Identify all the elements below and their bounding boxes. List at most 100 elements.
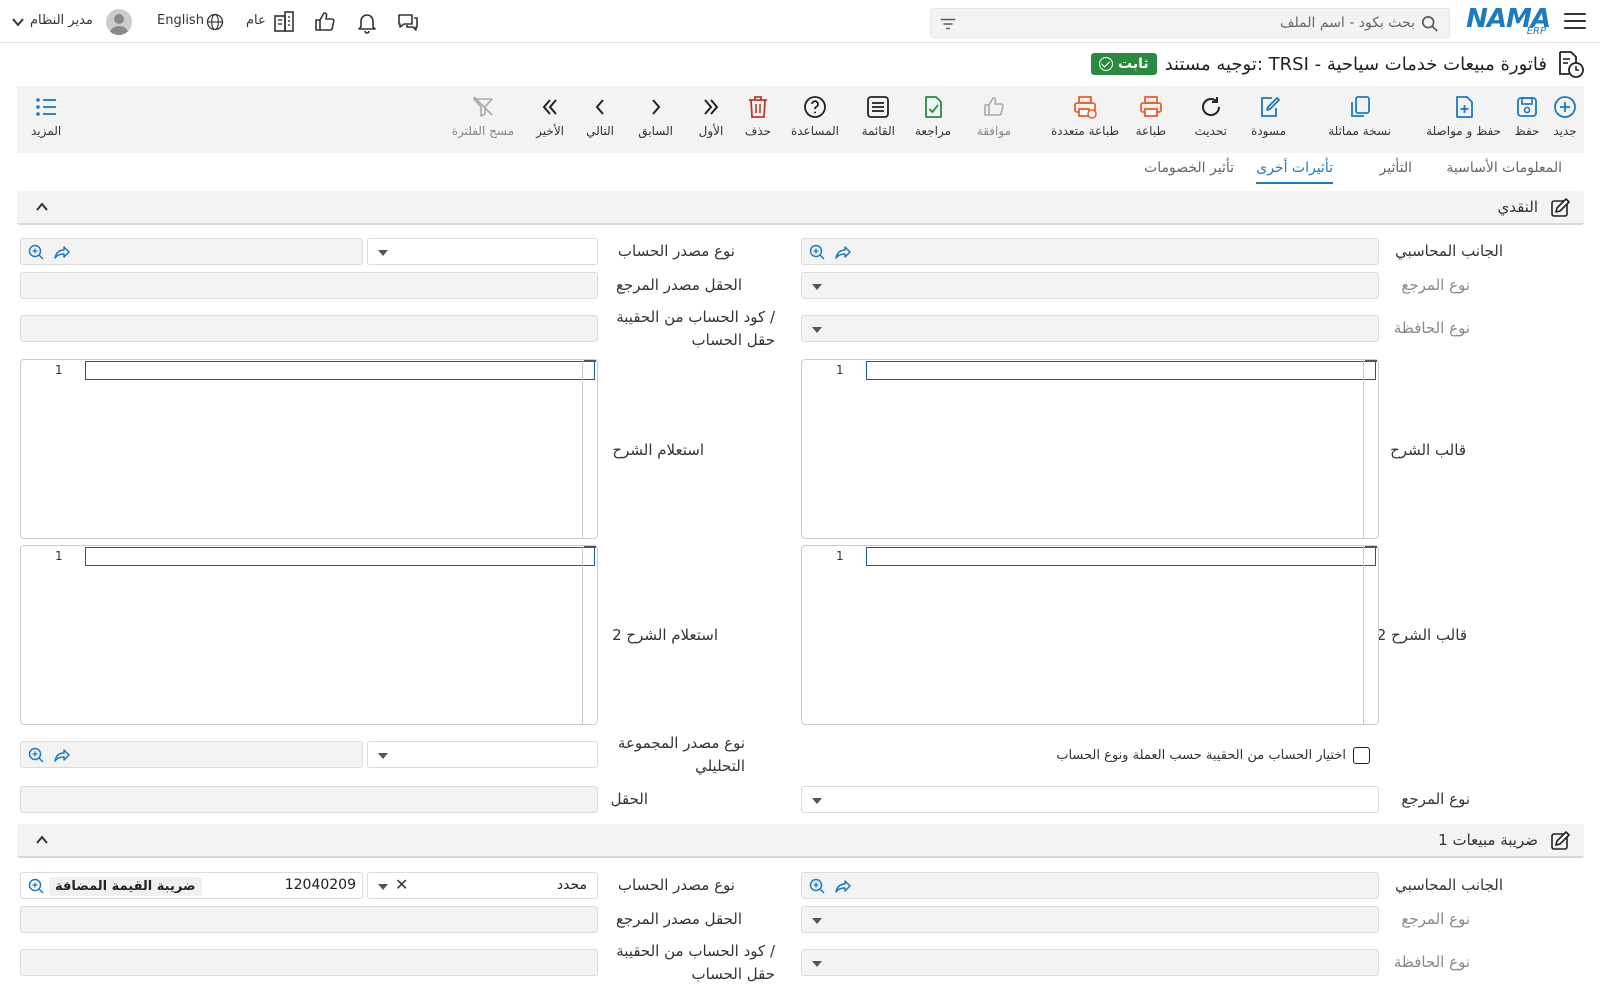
tax-account-code-input[interactable] [20, 949, 598, 976]
avatar[interactable] [106, 9, 132, 35]
section-cash-header[interactable]: النقدي [17, 191, 1584, 225]
narration-template-editor[interactable]: 1 [801, 359, 1379, 539]
share-icon[interactable] [53, 746, 71, 764]
menu-icon[interactable] [1564, 10, 1586, 32]
dropdown-caret-icon[interactable] [812, 961, 822, 967]
delete-button[interactable]: حذف [745, 94, 771, 138]
tax-account-source-type-select[interactable]: ✕ محدد [367, 872, 598, 899]
bell-icon[interactable] [355, 10, 379, 34]
search-box[interactable]: بحث بكود - اسم الملف [930, 8, 1450, 38]
dropdown-caret-icon[interactable] [378, 884, 388, 890]
editor-scrollbar[interactable] [1363, 360, 1364, 538]
user-name[interactable]: مدير النظام [30, 13, 93, 28]
app-logo[interactable]: NAMA ERP [1466, 4, 1551, 38]
search-plus-icon[interactable] [27, 243, 45, 261]
dropdown-caret-icon[interactable] [812, 798, 822, 804]
dropdown-caret-icon[interactable] [812, 918, 822, 924]
tab-other-effects[interactable]: تأثيرات أخرى [1256, 160, 1333, 184]
analytic-group-source-select[interactable] [367, 741, 598, 768]
chevron-up-icon[interactable] [35, 833, 49, 847]
chevron-down-icon[interactable] [10, 14, 26, 30]
approve-button[interactable]: موافقة [977, 94, 1011, 138]
last-button[interactable]: الأخير [536, 94, 564, 138]
dropdown-caret-icon[interactable] [812, 327, 822, 333]
editor-scroll-thumb[interactable] [1365, 546, 1377, 548]
thumbs-up-icon[interactable] [313, 10, 337, 34]
tab-basic-info[interactable]: المعلومات الأساسية [1446, 160, 1562, 182]
search-plus-icon[interactable] [27, 877, 45, 895]
portfolio-by-currency-label[interactable]: اختيار الحساب من الحقيبة حسب العملة ونوع… [1056, 744, 1346, 767]
draft-button[interactable]: مسودة [1251, 94, 1286, 138]
editor-scrollbar[interactable] [1363, 546, 1364, 724]
previous-button[interactable]: السابق [638, 94, 673, 138]
narration-template2-editor[interactable]: 1 [801, 545, 1379, 725]
share-icon[interactable] [834, 877, 852, 895]
chat-icon[interactable] [396, 10, 420, 34]
dropdown-caret-icon[interactable] [378, 753, 388, 759]
refresh-button[interactable]: تحديث [1194, 94, 1227, 138]
editor-active-line[interactable] [866, 361, 1376, 380]
edit-icon[interactable] [1550, 198, 1570, 218]
editor-scroll-thumb[interactable] [584, 546, 596, 548]
tax-portfolio-type-select[interactable] [801, 949, 1379, 976]
accounting-side-field[interactable] [801, 238, 1379, 265]
editor-active-line[interactable] [85, 361, 595, 380]
new-button[interactable]: جديد [1552, 94, 1578, 138]
share-icon[interactable] [834, 243, 852, 261]
section-sales-tax-header[interactable]: ضريبة مبيعات 1 [17, 824, 1584, 858]
portfolio-by-currency-checkbox[interactable] [1353, 747, 1370, 764]
first-button[interactable]: الأول [698, 94, 724, 138]
tax-account-name-chip[interactable]: ضريبة القيمة المضافة [49, 877, 202, 896]
print-button[interactable]: طباعة [1136, 94, 1166, 138]
tax-account-field[interactable]: ضريبة القيمة المضافة 12040209 [20, 872, 363, 899]
help-button[interactable]: المساعدة [791, 94, 839, 138]
edit-icon[interactable] [1550, 831, 1570, 851]
globe-icon[interactable] [205, 12, 225, 32]
editor-scroll-thumb[interactable] [1365, 360, 1377, 362]
account-code-input[interactable] [20, 315, 598, 342]
portfolio-type-select[interactable] [801, 315, 1379, 342]
search-icon[interactable] [1421, 15, 1439, 33]
editor-scrollbar[interactable] [582, 546, 583, 724]
editor-scroll-thumb[interactable] [584, 360, 596, 362]
tax-ref-source-field-input[interactable] [20, 906, 598, 933]
save-continue-button[interactable]: حفظ و مواصلة [1426, 94, 1501, 138]
save-button[interactable]: حفظ [1514, 94, 1540, 138]
search-plus-icon[interactable] [808, 243, 826, 261]
chevron-up-icon[interactable] [35, 200, 49, 214]
analytic-group-field[interactable] [20, 741, 363, 768]
share-icon[interactable] [53, 243, 71, 261]
dropdown-caret-icon[interactable] [378, 250, 388, 256]
editor-active-line[interactable] [85, 547, 595, 566]
multi-print-button[interactable]: طباعة متعددة [1051, 94, 1119, 138]
ref-source-field-input[interactable] [20, 272, 598, 299]
clear-icon[interactable]: ✕ [395, 875, 408, 894]
review-button[interactable]: مراجعة [915, 94, 951, 138]
ref-type-select[interactable] [801, 272, 1379, 299]
search-plus-icon[interactable] [27, 746, 45, 764]
account-source-field[interactable] [20, 238, 363, 265]
narration-query2-editor[interactable]: 1 [20, 545, 598, 725]
clear-filter-button[interactable]: مسح الفلترة [452, 94, 514, 138]
ref-type2-select[interactable] [801, 786, 1379, 813]
branch-label[interactable]: عام [246, 13, 266, 28]
editor-active-line[interactable] [866, 547, 1376, 566]
building-icon[interactable] [272, 10, 296, 34]
tax-ref-type-select[interactable] [801, 906, 1379, 933]
more-button[interactable]: المزيد [31, 94, 61, 138]
language-switch[interactable]: English [157, 13, 204, 28]
editor-scrollbar[interactable] [582, 360, 583, 538]
duplicate-button[interactable]: نسخة مماثلة [1328, 94, 1391, 138]
filter-icon[interactable] [939, 15, 957, 33]
list-button[interactable]: القائمة [862, 94, 895, 138]
search-plus-icon[interactable] [808, 877, 826, 895]
tab-effect[interactable]: التأثير [1380, 160, 1413, 182]
dropdown-caret-icon[interactable] [812, 284, 822, 290]
tax-accounting-side-field[interactable] [801, 872, 1379, 899]
field-input[interactable] [20, 786, 598, 813]
tab-discount-effect[interactable]: تأثير الخصومات [1144, 160, 1234, 182]
next-button[interactable]: التالي [586, 94, 614, 138]
account-source-type-select[interactable] [367, 238, 598, 265]
search-placeholder[interactable]: بحث بكود - اسم الملف [1280, 15, 1415, 31]
narration-query-editor[interactable]: 1 [20, 359, 598, 539]
